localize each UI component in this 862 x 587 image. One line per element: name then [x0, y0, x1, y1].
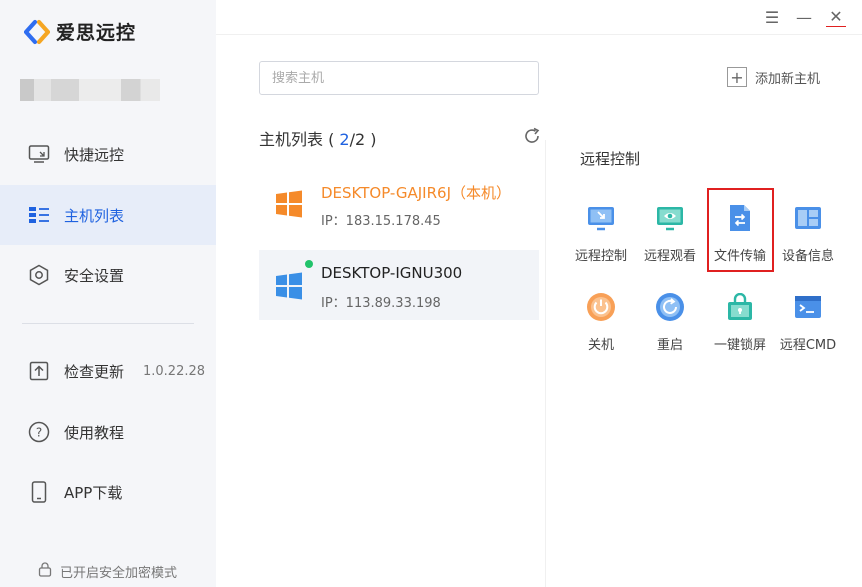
sidebar-item-label: 快捷远控 — [64, 145, 125, 164]
host-list-title: 主机列表 ( 2/2 ) — [259, 130, 377, 149]
secure-mode-status: 已开启安全加密模式 — [38, 562, 177, 581]
sidebar-item-label: 使用教程 — [64, 423, 125, 442]
app-name: 爱思远控 — [56, 22, 137, 44]
sidebar: 爱思远控 快捷远控 主机列表 安全设置 检查更新 1.0.22.28 ? 使用教… — [0, 0, 216, 587]
sidebar-item-label: 安全设置 — [64, 266, 125, 285]
host-item-local[interactable]: DESKTOP-GAJIR6J（本机） IP：183.15.178.45 — [259, 168, 539, 238]
sidebar-item-security[interactable]: 安全设置 — [0, 245, 216, 305]
tool-label: 设备信息 — [781, 249, 834, 264]
sidebar-item-label: 主机列表 — [64, 206, 125, 225]
power-icon — [586, 292, 616, 322]
sidebar-item-app-download[interactable]: APP下载 — [0, 462, 216, 522]
device-info-icon — [793, 203, 823, 233]
sidebar-item-host-list[interactable]: 主机列表 — [0, 185, 216, 245]
tool-label: 关机 — [587, 338, 614, 353]
secure-mode-label: 已开启安全加密模式 — [60, 566, 178, 581]
refresh-icon[interactable] — [522, 126, 542, 146]
host-ip: IP：183.15.178.45 — [321, 214, 441, 229]
remote-view-button[interactable]: 远程观看 — [637, 203, 703, 264]
logo-icon — [24, 19, 50, 44]
host-list-icon — [28, 204, 50, 226]
add-host-button[interactable]: + 添加新主机 — [727, 67, 820, 87]
svg-text:?: ? — [36, 426, 42, 440]
sidebar-divider — [22, 323, 194, 324]
monitor-icon — [28, 143, 50, 165]
header-divider — [216, 34, 862, 35]
menu-icon[interactable]: ☰ — [762, 7, 782, 27]
avatar — [20, 79, 160, 101]
host-ip: IP：113.89.33.198 — [321, 296, 441, 311]
tool-label: 远程观看 — [643, 249, 696, 264]
remote-view-icon — [655, 203, 685, 233]
remote-cmd-button[interactable]: 远程CMD — [775, 292, 841, 353]
sidebar-item-label: APP下载 — [64, 483, 123, 502]
cmd-icon — [793, 292, 823, 322]
host-count-current: 2 — [339, 130, 350, 149]
online-status-dot — [305, 260, 313, 268]
help-icon: ? — [28, 421, 50, 443]
remote-control-button[interactable]: 远程控制 — [568, 203, 634, 264]
restart-icon — [655, 292, 685, 322]
file-transfer-highlight-box — [707, 188, 774, 272]
sidebar-item-label: 检查更新 — [64, 362, 125, 381]
panel-title: 远程控制 — [580, 150, 641, 168]
app-logo: 爱思远控 — [24, 18, 136, 45]
phone-icon — [28, 481, 50, 503]
panel-divider — [545, 140, 546, 587]
lock-screen-button[interactable]: 一键锁屏 — [707, 292, 773, 353]
plus-icon: + — [727, 67, 747, 87]
windows-icon — [276, 272, 302, 300]
host-name: DESKTOP-IGNU300 — [321, 264, 463, 282]
tool-label: 远程控制 — [574, 249, 627, 264]
lock-icon — [38, 562, 52, 581]
close-button[interactable]: ✕ — [826, 7, 846, 27]
device-info-button[interactable]: 设备信息 — [775, 203, 841, 264]
sidebar-item-tutorial[interactable]: ? 使用教程 — [0, 402, 216, 462]
search-input[interactable] — [259, 61, 539, 95]
windows-icon — [276, 190, 302, 218]
sidebar-item-quick-remote[interactable]: 快捷远控 — [0, 124, 216, 184]
minimize-button[interactable]: — — [794, 7, 814, 27]
version-label: 1.0.22.28 — [143, 364, 206, 379]
tool-label: 远程CMD — [779, 338, 837, 353]
host-name: DESKTOP-GAJIR6J（本机） — [321, 184, 511, 202]
lock-screen-icon — [725, 292, 755, 322]
restart-button[interactable]: 重启 — [637, 292, 703, 353]
add-host-label: 添加新主机 — [755, 71, 821, 87]
power-button[interactable]: 关机 — [568, 292, 634, 353]
tool-label: 一键锁屏 — [713, 338, 766, 353]
remote-control-icon — [586, 203, 616, 233]
host-item-remote[interactable]: DESKTOP-IGNU300 IP：113.89.33.198 — [259, 250, 539, 320]
shield-icon — [28, 264, 50, 286]
tool-label: 重启 — [656, 338, 683, 353]
upload-icon — [28, 360, 50, 382]
